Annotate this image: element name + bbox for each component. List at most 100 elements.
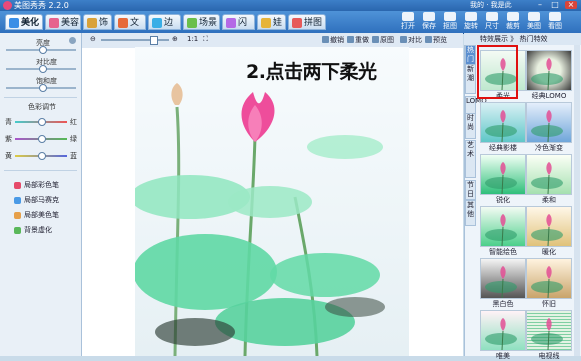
effect-label[interactable]: 怀旧	[526, 299, 572, 309]
zoom-out-icon[interactable]: ⊖	[90, 35, 96, 43]
effect-thumb-8[interactable]	[480, 258, 526, 299]
effect-thumb-7[interactable]	[526, 206, 572, 247]
effect-label[interactable]: 经典LOMO	[526, 91, 572, 101]
zoom-slider-handle[interactable]	[150, 36, 158, 45]
effect-thumb-9[interactable]	[526, 258, 572, 299]
effect-thumb-2[interactable]	[480, 102, 526, 143]
color-right-label: 绿	[70, 135, 77, 143]
toolbar-button-3[interactable]: 旋转	[461, 12, 481, 32]
toolbar-label: 抠图	[443, 22, 457, 30]
minimize-icon[interactable]: –	[534, 1, 546, 9]
undo-button[interactable]: 撤销	[322, 35, 344, 45]
vtab-0[interactable]: 热门	[465, 45, 476, 65]
tool-label: 背景虚化	[24, 226, 52, 234]
effects-header: 特效展示 》 热门特效	[464, 33, 581, 45]
compare-button[interactable]: 对比	[400, 35, 422, 45]
effect-thumb-3[interactable]	[526, 102, 572, 143]
tab-5[interactable]: 场景	[183, 14, 220, 30]
lotus-photo[interactable]	[135, 47, 409, 356]
original-button[interactable]: 原图	[372, 35, 394, 45]
tab-7[interactable]: 娃娃	[257, 14, 286, 44]
zoom-in-icon[interactable]: ⊕	[172, 35, 178, 43]
vtab-6[interactable]: 其他	[465, 200, 476, 226]
toolbar-button-0[interactable]: 打开	[398, 12, 418, 32]
action-label: 原图	[380, 36, 394, 44]
color-slider-track[interactable]	[15, 135, 67, 143]
effect-thumb-11[interactable]	[526, 310, 572, 351]
effect-label[interactable]: 柔和	[526, 195, 572, 205]
close-icon[interactable]: ×	[565, 1, 577, 9]
slider-knob[interactable]	[39, 46, 47, 54]
effect-label[interactable]: 唯美	[480, 351, 526, 361]
user-links[interactable]: 我的 · 我是此	[470, 0, 512, 11]
maximize-icon[interactable]: □	[549, 1, 561, 9]
effect-thumb-10[interactable]	[480, 310, 526, 351]
vtab-2[interactable]: LOMO	[465, 96, 487, 114]
effect-label[interactable]: 智能绘色	[480, 247, 526, 257]
slider-track[interactable]	[6, 65, 76, 73]
tab-4[interactable]: 边框	[148, 14, 181, 44]
toolbar-button-2[interactable]: 抠图	[440, 12, 460, 32]
vtab-3[interactable]: 时尚	[465, 113, 476, 139]
toolbar-label: 裁剪	[506, 22, 520, 30]
tab-1[interactable]: 美容	[45, 14, 81, 30]
color-slider-track[interactable]	[15, 118, 67, 126]
toolbar-label: 美图	[527, 22, 541, 30]
background-blur-tool[interactable]: 背景虚化	[14, 225, 52, 235]
toolbar-button-1[interactable]: 保存	[419, 12, 439, 32]
effect-label[interactable]: 冷色渐变	[526, 143, 572, 153]
selected-effect-highlight	[477, 45, 518, 99]
effect-preview	[485, 214, 517, 246]
toolbar-button-7[interactable]: 看图	[545, 12, 565, 32]
preview-button[interactable]: 预览	[425, 35, 447, 45]
slider-knob[interactable]	[39, 65, 47, 73]
effect-label[interactable]: 经典影楼	[480, 143, 526, 153]
effect-label[interactable]: 暖化	[526, 247, 572, 257]
toolbar-label: 旋转	[464, 22, 478, 30]
effect-label[interactable]: 电视线	[526, 351, 572, 361]
toolbar-button-5[interactable]: 裁剪	[503, 12, 523, 32]
effect-thumb-5[interactable]	[526, 154, 572, 195]
effect-thumb-4[interactable]	[480, 154, 526, 195]
background-blur-icon	[14, 226, 21, 234]
redo-button[interactable]: 重做	[347, 35, 369, 45]
frame-icon	[152, 18, 162, 28]
effect-preview	[531, 318, 563, 350]
tab-6[interactable]: 闪图	[222, 14, 255, 44]
fit-window-icon[interactable]: ⛶	[203, 35, 208, 44]
effect-preview	[531, 58, 563, 90]
zoom-slider[interactable]	[101, 39, 169, 41]
beauty-brush-tool[interactable]: 局部美色笔	[14, 210, 59, 220]
toolbar-button-6[interactable]: 美图	[524, 12, 544, 32]
slider-track[interactable]	[6, 46, 76, 54]
toolbar-label: 保存	[422, 22, 436, 30]
effects-scrollbar[interactable]	[574, 45, 580, 356]
color-brush-tool[interactable]: 局部彩色笔	[14, 180, 59, 190]
redo-icon	[347, 36, 354, 43]
tab-2[interactable]: 饰品	[83, 14, 112, 44]
zoom-ratio[interactable]: 1:1	[187, 35, 198, 43]
reset-icon[interactable]	[69, 37, 76, 44]
color-left-label: 青	[5, 118, 12, 126]
color-slider-track[interactable]	[15, 152, 67, 160]
vtab-1[interactable]: 新潮	[465, 64, 476, 94]
effect-label[interactable]: 锐化	[480, 195, 526, 205]
effect-label[interactable]: 黑白色	[480, 299, 526, 309]
color-slider-knob[interactable]	[38, 135, 46, 143]
slider-knob[interactable]	[39, 84, 47, 92]
toolbar-label: 看图	[548, 22, 562, 30]
effect-thumb-6[interactable]	[480, 206, 526, 247]
color-slider-knob[interactable]	[38, 118, 46, 126]
effect-thumb-1[interactable]	[526, 50, 572, 91]
vtab-4[interactable]: 艺术	[465, 140, 476, 178]
color-slider-knob[interactable]	[38, 152, 46, 160]
mosaic-tool[interactable]: 局部马赛克	[14, 195, 59, 205]
slider-track[interactable]	[6, 84, 76, 92]
tab-label: 美容	[61, 18, 80, 28]
tab-0[interactable]: 美化	[5, 14, 43, 30]
toolbar-icon-5	[507, 12, 519, 21]
toolbar-button-4[interactable]: 尺寸	[482, 12, 502, 32]
tab-3[interactable]: 文字	[114, 14, 146, 44]
vtab-5[interactable]: 节日	[465, 180, 476, 200]
tab-8[interactable]: 拼图	[288, 14, 326, 30]
